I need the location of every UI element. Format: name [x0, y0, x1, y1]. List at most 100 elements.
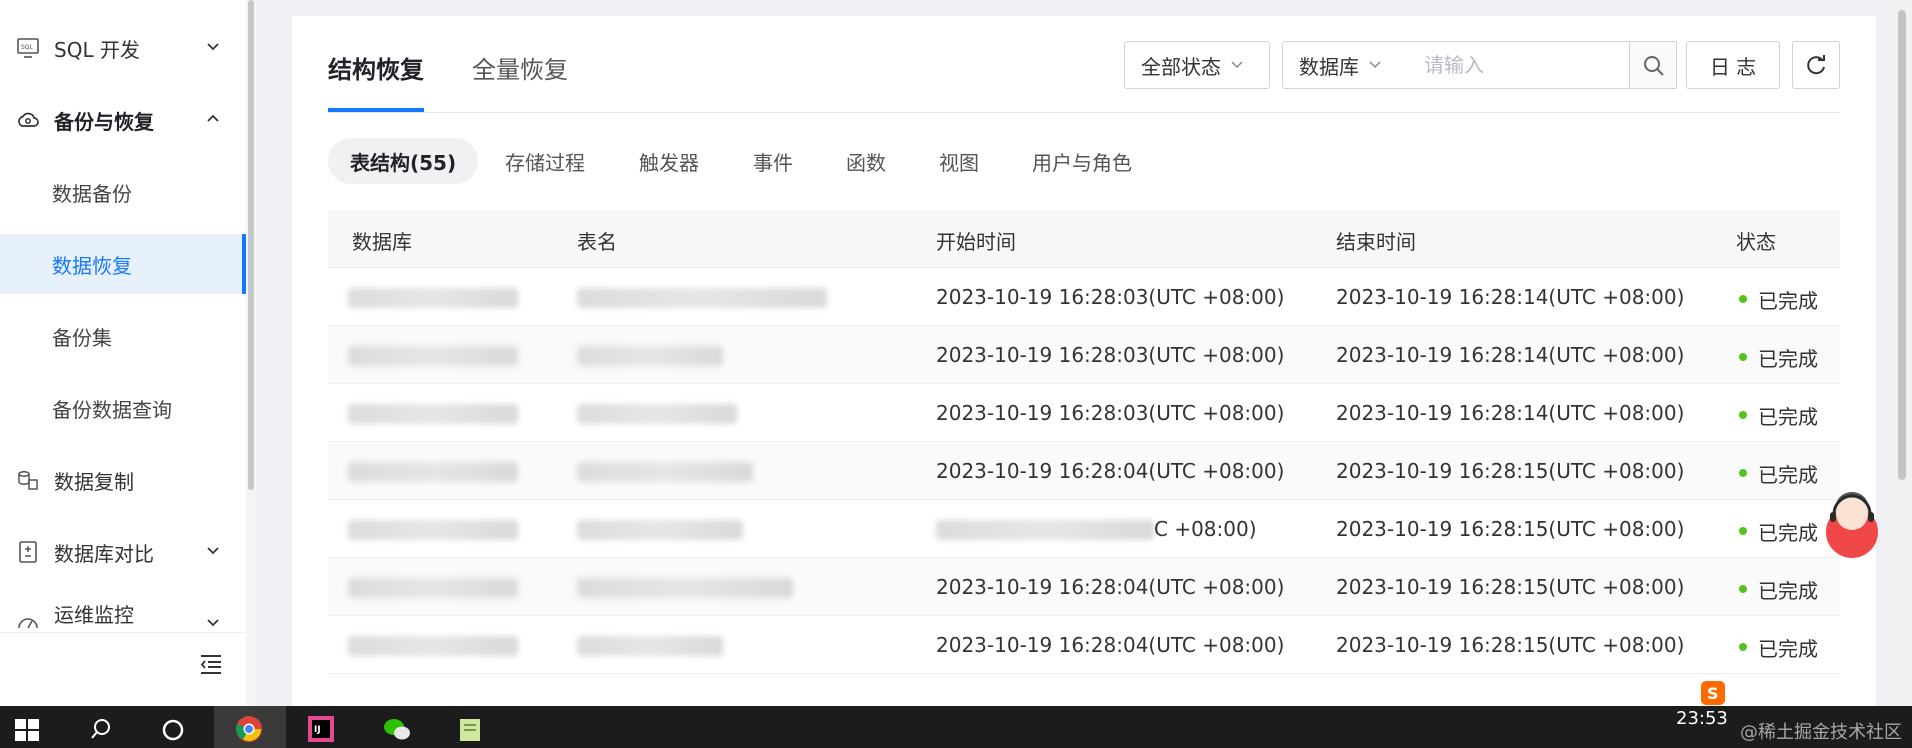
end-time-cell: 2023-10-19 16:28:15(UTC +08:00)	[1336, 459, 1685, 483]
sidebar-item-label: 备份与恢复	[54, 109, 154, 134]
scrollbar-thumb[interactable]	[1898, 10, 1906, 480]
refresh-button[interactable]	[1792, 41, 1840, 89]
menu-collapse-icon[interactable]	[198, 651, 224, 677]
sql-terminal-icon: SQL	[17, 38, 39, 58]
table-row[interactable]: 2023-10-19 16:28:03(UTC +08:00) 2023-10-1…	[328, 384, 1840, 442]
redacted-database	[348, 578, 518, 598]
subtab-procedures[interactable]: 存储过程	[505, 138, 585, 184]
redacted-start-time	[936, 520, 1154, 540]
chrome-icon[interactable]	[234, 714, 264, 744]
chevron-down-icon	[207, 547, 219, 555]
input-method-icon[interactable]: S	[1700, 680, 1726, 706]
cloud-backup-icon	[18, 112, 39, 127]
watermark-text: @稀土掘金技术社区	[1740, 722, 1902, 743]
sidebar-item-label: 数据复制	[54, 469, 134, 494]
support-agent-avatar-icon[interactable]	[1822, 488, 1882, 558]
sidebar-item-label: 运维监控	[54, 602, 134, 627]
status-filter-select[interactable]: 全部状态	[1124, 41, 1270, 89]
subtab-tables[interactable]: 表结构(55)	[328, 138, 479, 184]
subtab-events[interactable]: 事件	[753, 138, 793, 184]
end-time-cell: 2023-10-19 16:28:14(UTC +08:00)	[1336, 401, 1685, 425]
start-time-cell: 2023-10-19 16:28:03(UTC +08:00)	[936, 285, 1285, 309]
status-dot	[1739, 411, 1747, 419]
log-button[interactable]: 日 志	[1686, 41, 1780, 89]
chevron-down-icon	[1369, 61, 1381, 69]
sidebar-item-backup-restore[interactable]: 备份与恢复	[0, 90, 246, 150]
cortana-icon[interactable]	[158, 714, 188, 744]
status-dot	[1739, 643, 1747, 651]
start-time-cell: C +08:00)	[1154, 517, 1257, 541]
subtab-functions[interactable]: 函数	[846, 138, 886, 184]
scrollbar-thumb[interactable]	[248, 0, 254, 490]
taskbar-clock[interactable]: 23:53	[1676, 708, 1728, 729]
status-cell: 已完成	[1758, 637, 1818, 661]
table-row[interactable]: 2023-10-19 16:28:04(UTC +08:00) 2023-10-1…	[328, 558, 1840, 616]
windows-start-icon[interactable]	[12, 714, 42, 744]
status-cell: 已完成	[1758, 347, 1818, 371]
restore-table: 数据库 表名 开始时间 结束时间 状态 2023-10-19 16:28:03(…	[328, 210, 1840, 674]
status-dot	[1739, 353, 1747, 361]
sidebar: SQL SQL 开发 备份与恢复 数据备份 数据恢复 备份集 备份数据查询 数据…	[0, 0, 256, 706]
svg-text:S: S	[1707, 684, 1719, 703]
redacted-database	[348, 520, 518, 540]
end-time-cell: 2023-10-19 16:28:15(UTC +08:00)	[1336, 517, 1685, 541]
data-copy-icon	[18, 471, 38, 490]
sidebar-item-label: 备份集	[52, 325, 112, 350]
status-dot	[1739, 527, 1747, 535]
status-cell: 已完成	[1758, 405, 1818, 429]
sidebar-item-data-restore[interactable]: 数据恢复	[0, 234, 246, 294]
start-time-cell: 2023-10-19 16:28:04(UTC +08:00)	[936, 459, 1285, 483]
col-database: 数据库	[352, 230, 412, 254]
monitor-icon	[18, 618, 38, 629]
end-time-cell: 2023-10-19 16:28:14(UTC +08:00)	[1336, 343, 1685, 367]
redacted-table-name	[577, 288, 827, 308]
tab-structure-restore[interactable]: 结构恢复	[328, 50, 424, 90]
sidebar-item-backup-query[interactable]: 备份数据查询	[0, 378, 246, 438]
sidebar-item-backup-set[interactable]: 备份集	[0, 306, 246, 366]
table-row[interactable]: 2023-10-19 16:28:03(UTC +08:00) 2023-10-1…	[328, 326, 1840, 384]
page-scrollbar[interactable]	[1892, 0, 1912, 706]
subtab-triggers[interactable]: 触发器	[639, 138, 699, 184]
wechat-icon[interactable]	[382, 714, 412, 744]
intellij-icon[interactable]: IJ	[306, 714, 336, 744]
sidebar-item-label: 数据库对比	[54, 541, 154, 566]
search-icon	[1644, 56, 1664, 76]
sidebar-item-data-copy[interactable]: 数据复制	[0, 450, 246, 510]
tab-full-restore[interactable]: 全量恢复	[472, 50, 568, 90]
col-status: 状态	[1736, 230, 1776, 254]
taskbar: IJ 23:53 @稀土掘金技术社区	[0, 706, 1912, 748]
table-row[interactable]: 2023-10-19 16:28:04(UTC +08:00) 2023-10-1…	[328, 616, 1840, 674]
redacted-database	[348, 636, 518, 656]
chevron-down-icon	[207, 619, 219, 627]
col-end-time: 结束时间	[1336, 230, 1416, 254]
search-button[interactable]	[1629, 41, 1677, 89]
sidebar-footer	[0, 632, 246, 706]
sidebar-item-ops-monitor[interactable]: 运维监控	[0, 594, 246, 632]
end-time-cell: 2023-10-19 16:28:15(UTC +08:00)	[1336, 633, 1685, 657]
redacted-table-name	[577, 404, 737, 424]
sidebar-item-label: 备份数据查询	[52, 397, 172, 422]
table-row[interactable]: 2023-10-19 16:28:03(UTC +08:00) 2023-10-1…	[328, 268, 1840, 326]
compare-doc-icon	[19, 541, 37, 563]
redacted-database	[348, 346, 518, 366]
table-row[interactable]: C +08:00) 2023-10-19 16:28:15(UTC +08:00)…	[328, 500, 1840, 558]
sidebar-item-db-compare[interactable]: 数据库对比	[0, 522, 246, 582]
table-row[interactable]: 2023-10-19 16:28:04(UTC +08:00) 2023-10-1…	[328, 442, 1840, 500]
sidebar-item-data-backup[interactable]: 数据备份	[0, 162, 246, 222]
search-icon[interactable]	[88, 714, 118, 744]
chevron-down-icon	[1231, 61, 1243, 69]
status-dot	[1739, 469, 1747, 477]
status-cell: 已完成	[1758, 289, 1818, 313]
notepad-icon[interactable]	[456, 714, 486, 744]
subtab-users-roles[interactable]: 用户与角色	[1032, 138, 1132, 184]
status-dot	[1739, 585, 1747, 593]
sidebar-item-sql-dev[interactable]: SQL SQL 开发	[0, 18, 246, 78]
sidebar-item-label: SQL 开发	[54, 37, 140, 62]
start-time-cell: 2023-10-19 16:28:03(UTC +08:00)	[936, 401, 1285, 425]
sidebar-scrollbar[interactable]	[246, 0, 256, 706]
tabs-divider	[328, 112, 1840, 113]
database-filter-select[interactable]: 数据库	[1282, 41, 1407, 89]
search-input[interactable]	[1406, 41, 1630, 89]
subtab-views[interactable]: 视图	[939, 138, 979, 184]
svg-text:IJ: IJ	[314, 725, 321, 735]
